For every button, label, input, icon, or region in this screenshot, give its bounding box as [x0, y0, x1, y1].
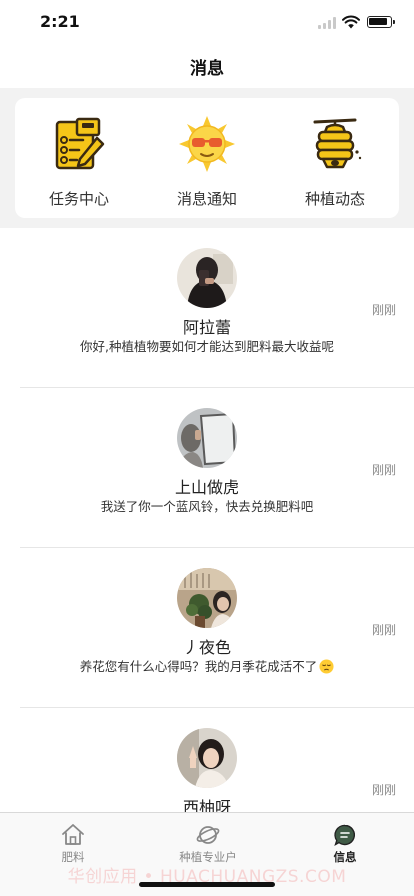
shortcut-planting-updates[interactable]: 种植动态: [271, 98, 399, 218]
shortcut-card: 任务中心 消息通知 种植动态: [15, 98, 399, 218]
sender-name: 丿夜色: [182, 638, 231, 657]
shortcut-label: 消息通知: [176, 190, 237, 208]
message-item[interactable]: 上山做虎 我送了你一个蓝风铃，快去兑换肥料吧 刚刚: [0, 388, 414, 548]
battery-icon: [367, 16, 395, 28]
avatar: [177, 728, 237, 788]
message-time: 刚刚: [371, 303, 396, 317]
message-time: 刚刚: [371, 783, 396, 797]
status-bar: 2:21: [0, 0, 414, 44]
beehive-icon: [313, 118, 362, 169]
pensive-face-icon: [319, 659, 334, 674]
planet-icon: [196, 826, 220, 844]
status-time: 2:21: [40, 12, 80, 31]
messages-screen: { "status_bar": { "time": "2:21" }, "nav…: [0, 0, 414, 896]
avatar: [177, 408, 237, 468]
message-preview: 我送了你一个蓝风铃，快去兑换肥料吧: [100, 499, 314, 514]
cellular-signal-icon: [318, 17, 336, 29]
message-time: 刚刚: [371, 623, 396, 637]
sender-name: 阿拉蕾: [182, 318, 231, 337]
home-indicator: [139, 882, 275, 887]
page-title: 消息: [190, 59, 224, 79]
shortcut-task-center[interactable]: 任务中心: [15, 98, 143, 218]
message-item[interactable]: 丿夜色 养花您有什么心得吗？我的月季花成活不了 刚刚: [0, 548, 414, 708]
message-list: 阿拉蕾 你好,种植植物要如何才能达到肥料最大收益呢 刚刚 上山做虎 我送了你一个…: [0, 228, 414, 868]
message-preview-text: 养花您有什么心得吗？我的月季花成活不了: [79, 659, 318, 674]
avatar: [177, 248, 237, 308]
chat-bubble-icon: [334, 824, 356, 847]
sender-name: 上山做虎: [174, 478, 239, 497]
message-preview: 你好,种植植物要如何才能达到肥料最大收益呢: [80, 339, 334, 354]
house-icon: [62, 824, 84, 845]
task-clipboard-icon: [55, 117, 105, 170]
message-item[interactable]: 阿拉蕾 你好,种植植物要如何才能达到肥料最大收益呢 刚刚: [0, 228, 414, 388]
shortcut-notifications[interactable]: 消息通知: [143, 98, 271, 218]
wifi-icon: [342, 15, 360, 29]
shortcut-panel: 任务中心 消息通知 种植动态: [0, 88, 414, 228]
sun-sunglasses-icon: [179, 116, 235, 172]
message-preview: 养花您有什么心得吗？我的月季花成活不了: [0, 656, 414, 675]
avatar: [177, 568, 237, 628]
shortcut-label: 种植动态: [304, 190, 365, 208]
shortcut-label: 任务中心: [48, 190, 109, 208]
message-time: 刚刚: [371, 463, 396, 477]
